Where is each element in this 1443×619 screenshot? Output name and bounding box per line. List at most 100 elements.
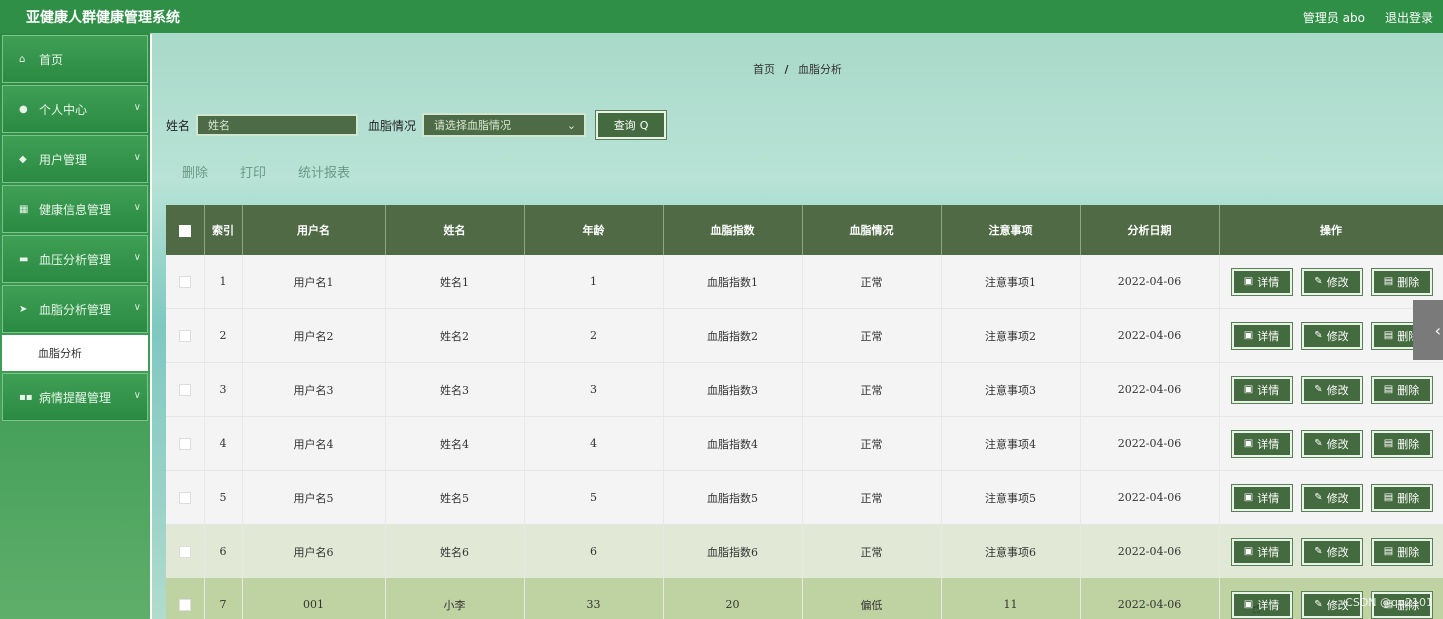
detail-button[interactable]: ▣ 详情	[1230, 267, 1293, 296]
cell-index-value: 血脂指数1	[663, 255, 803, 309]
delete-button-label: 删除	[1397, 545, 1420, 559]
column-header: 姓名	[385, 205, 525, 255]
table-row[interactable]: 3 用户名3 姓名3 3 血脂指数3 正常 注意事项3 2022-04-06 ▣ 详情 ✎ 修改 ▤ 删除	[166, 362, 1443, 417]
cell-age: 2	[524, 308, 664, 363]
table-row[interactable]: 6 用户名6 姓名6 6 血脂指数6 正常 注意事项6 2022-04-06 ▣ 详情 ✎ 修改 ▤ 删除	[166, 524, 1443, 578]
sidebar-item-label: 血压分析管理	[39, 252, 112, 267]
delete-button[interactable]: ▤ 删除	[1370, 267, 1433, 296]
column-header: 血脂指数	[663, 205, 803, 255]
table-header-row: 索引 用户名 姓名 年龄 血脂指数 血脂情况 注意事项 分析日期 操作	[166, 205, 1443, 255]
row-checkbox[interactable]	[178, 276, 191, 288]
edit-button[interactable]: ✎ 修改	[1300, 267, 1363, 296]
detail-button[interactable]: ▣ 详情	[1230, 321, 1293, 350]
row-checkbox[interactable]	[178, 330, 191, 342]
breadcrumb-separator: /	[784, 63, 789, 76]
table-row[interactable]: 4 用户名4 姓名4 4 血脂指数4 正常 注意事项4 2022-04-06 ▣ 详情 ✎ 修改 ▤ 删除	[166, 416, 1443, 471]
delete-button[interactable]: ▤ 删除	[1370, 483, 1433, 512]
row-select-cell[interactable]	[166, 524, 205, 578]
row-select-cell[interactable]	[166, 578, 205, 619]
cell-note: 注意事项2	[941, 308, 1081, 363]
cell-index-value: 血脂指数4	[663, 416, 803, 471]
row-select-cell[interactable]	[166, 255, 205, 309]
cell-note: 注意事项6	[941, 524, 1081, 578]
sidebar-item-label: 病情提醒管理	[39, 390, 112, 405]
delete-button[interactable]: ▤ 删除	[1370, 537, 1433, 566]
cell-note: 注意事项3	[941, 362, 1081, 417]
table-row[interactable]: 2 用户名2 姓名2 2 血脂指数2 正常 注意事项2 2022-04-06 ▣ 详情 ✎ 修改 ▤ 删除	[166, 308, 1443, 363]
row-checkbox[interactable]	[178, 384, 191, 396]
sidebar-item-label: 首页	[39, 52, 64, 67]
cell-status: 偏低	[802, 578, 942, 619]
print-button[interactable]: 打印	[240, 162, 266, 181]
sidebar-item-users[interactable]: ◆ 用户管理 ∨	[2, 135, 148, 183]
sidebar-item-blood-lipid[interactable]: ➤ 血脂分析管理 ∨	[2, 285, 148, 333]
cursor-icon: ☝	[1252, 601, 1261, 617]
trash-icon: ▤	[1383, 276, 1394, 287]
status-select-placeholder: 请选择血脂情况	[434, 119, 512, 132]
row-checkbox[interactable]	[178, 546, 191, 558]
detail-button[interactable]: ▣ 详情	[1230, 483, 1293, 512]
bulk-delete-button[interactable]: 删除	[182, 162, 208, 181]
sidebar-item-profile[interactable]: ● 个人中心 ∨	[2, 85, 148, 133]
report-button[interactable]: 统计报表	[298, 162, 350, 181]
chevron-down-icon: ∨	[133, 202, 141, 213]
column-header: 索引	[204, 205, 243, 255]
select-all-cell[interactable]	[166, 205, 205, 255]
app-title: 亚健康人群健康管理系统	[26, 10, 180, 26]
cell-username: 用户名2	[242, 308, 386, 363]
detail-button[interactable]: ▣ 详情	[1230, 375, 1293, 404]
edit-button[interactable]: ✎ 修改	[1300, 321, 1363, 350]
document-icon: ▣	[1243, 438, 1254, 449]
cell-date: 2022-04-06	[1080, 470, 1220, 525]
collapse-handle[interactable]: ‹	[1413, 300, 1443, 360]
delete-button[interactable]: ▤ 删除	[1370, 375, 1433, 404]
table-row[interactable]: 1 用户名1 姓名1 1 血脂指数1 正常 注意事项1 2022-04-06 ▣ 详情 ✎ 修改 ▤ 删除	[166, 255, 1443, 309]
sidebar-item-blood-pressure[interactable]: ▬ 血压分析管理 ∨	[2, 235, 148, 283]
table-row[interactable]: 5 用户名5 姓名5 5 血脂指数5 正常 注意事项5 2022-04-06 ▣ 详情 ✎ 修改 ▤ 删除	[166, 470, 1443, 525]
cell-index: 5	[204, 470, 243, 525]
cell-status: 正常	[802, 416, 942, 471]
row-checkbox[interactable]	[178, 438, 191, 450]
pencil-icon: ✎	[1314, 330, 1323, 341]
edit-button[interactable]: ✎ 修改	[1300, 537, 1363, 566]
grid-icon: ▦	[19, 203, 29, 215]
cell-name: 姓名1	[385, 255, 525, 309]
row-select-cell[interactable]	[166, 308, 205, 363]
document-icon: ▣	[1243, 330, 1254, 341]
cell-age: 4	[524, 416, 664, 471]
row-checkbox[interactable]	[178, 492, 191, 504]
edit-button[interactable]: ✎ 修改	[1300, 375, 1363, 404]
sidebar-item-label: 血脂分析管理	[39, 302, 112, 317]
cell-username: 用户名5	[242, 470, 386, 525]
breadcrumb-home[interactable]: 首页	[753, 63, 775, 76]
sidebar-item-reminders[interactable]: ▪▪ 病情提醒管理 ∨	[2, 373, 148, 421]
home-icon: ⌂	[19, 53, 26, 65]
edit-button[interactable]: ✎ 修改	[1300, 429, 1363, 458]
row-select-cell[interactable]	[166, 416, 205, 471]
user-icon: ●	[19, 103, 28, 115]
edit-button-label: 修改	[1326, 329, 1349, 343]
detail-button-label: 详情	[1257, 329, 1280, 343]
select-all-checkbox[interactable]	[178, 224, 191, 237]
sidebar-item-label: 用户管理	[39, 152, 88, 167]
detail-button[interactable]: ▣ 详情	[1230, 590, 1293, 619]
status-select[interactable]: 请选择血脂情况 ⌄	[422, 113, 587, 137]
sidebar-subitem-blood-lipid-analysis[interactable]: 血脂分析	[2, 335, 148, 371]
row-checkbox[interactable]	[178, 599, 191, 611]
logout-link[interactable]: 退出登录	[1385, 9, 1433, 26]
detail-button[interactable]: ▣ 详情	[1230, 429, 1293, 458]
edit-button[interactable]: ✎ 修改	[1300, 483, 1363, 512]
detail-button[interactable]: ▣ 详情	[1230, 537, 1293, 566]
row-select-cell[interactable]	[166, 362, 205, 417]
cell-date: 2022-04-06	[1080, 308, 1220, 363]
detail-button-label: 详情	[1257, 437, 1280, 451]
query-button[interactable]: 查询 Q	[595, 110, 668, 140]
delete-button[interactable]: ▤ 删除	[1370, 429, 1433, 458]
name-input[interactable]: 姓名	[196, 114, 359, 136]
sidebar-item-health-info[interactable]: ▦ 健康信息管理 ∨	[2, 185, 148, 233]
breadcrumb-current: 血脂分析	[798, 63, 843, 76]
row-select-cell[interactable]	[166, 470, 205, 525]
cell-index: 6	[204, 524, 243, 578]
sidebar-item-home[interactable]: ⌂ 首页	[2, 35, 148, 83]
cell-index-value: 血脂指数2	[663, 308, 803, 363]
